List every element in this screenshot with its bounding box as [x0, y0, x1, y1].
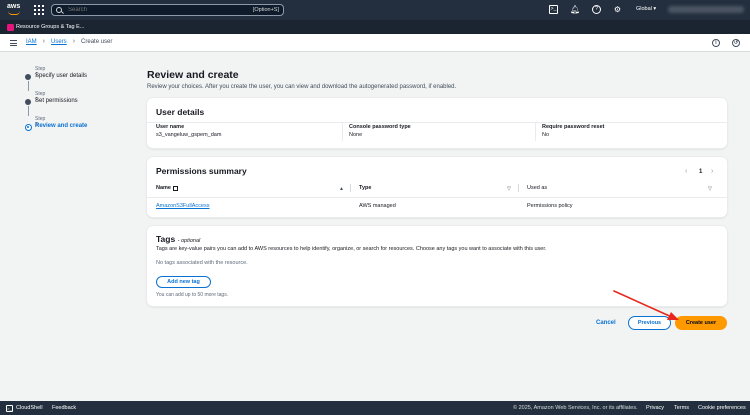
- chevron-right-icon[interactable]: ›: [711, 168, 713, 175]
- tags-limit-hint: You can add up to 50 more tags.: [156, 292, 229, 298]
- step-connector: [27, 106, 29, 116]
- chevron-left-icon[interactable]: ‹: [685, 168, 687, 175]
- cloudshell-icon[interactable]: >_: [549, 5, 558, 14]
- step-title: Set permissions: [35, 98, 78, 104]
- chevron-right-icon: ›: [42, 38, 46, 45]
- step-title: Review and create: [35, 123, 88, 129]
- password-reset-key: Require password reset: [542, 124, 605, 130]
- tags-optional-label: - optional: [177, 238, 201, 244]
- search-shortcut: [Option+S]: [252, 7, 279, 13]
- page-description: Review your choices. After you create th…: [147, 84, 457, 90]
- cloudshell-icon[interactable]: >_: [6, 404, 13, 412]
- search-icon: [56, 7, 62, 13]
- help-icon[interactable]: ?: [592, 5, 601, 14]
- info-icon[interactable]: i: [712, 39, 720, 47]
- footer-terms[interactable]: Terms: [674, 405, 689, 411]
- gear-icon[interactable]: ⚙: [613, 5, 622, 14]
- footer-feedback[interactable]: Feedback: [52, 405, 76, 411]
- tags-empty-state: No tags associated with the resource.: [156, 260, 248, 266]
- step-connector: [27, 81, 29, 91]
- breadcrumb-iam[interactable]: IAM: [26, 39, 37, 45]
- step-dot-icon: [25, 99, 31, 105]
- footer-copyright: © 2025, Amazon Web Services, Inc. or its…: [513, 405, 638, 411]
- tags-title-text: Tags: [156, 234, 176, 244]
- page-title: Review and create: [147, 69, 239, 81]
- column-separator: [342, 123, 343, 141]
- footer: >_ CloudShell Feedback © 2025, Amazon We…: [0, 401, 750, 415]
- console-password-key: Console password type: [349, 124, 411, 130]
- permissions-summary-title: Permissions summary: [156, 166, 247, 176]
- step-title: Specify user details: [35, 73, 88, 79]
- top-navigation: aws [Option+S] >_ 🔔︎ ? ⚙ Global ▾: [0, 0, 750, 20]
- pagination-current-page[interactable]: 1: [699, 169, 702, 175]
- favorite-resource-groups[interactable]: Resource Groups & Tag E...: [16, 24, 84, 30]
- divider: [147, 122, 727, 123]
- sort-ascending-icon[interactable]: ▲: [339, 186, 344, 192]
- policy-link-amazons3fullaccess[interactable]: AmazonS3FullAccess: [156, 203, 210, 209]
- user-details-title: User details: [156, 107, 205, 117]
- column-separator: [535, 123, 536, 141]
- sort-icon[interactable]: ▽: [507, 186, 511, 192]
- previous-button[interactable]: Previous: [628, 316, 671, 330]
- column-header-used-as[interactable]: Used as: [527, 185, 547, 191]
- bell-icon[interactable]: 🔔︎: [570, 5, 580, 14]
- breadcrumb-bar: IAM › Users › Create user i ↺: [0, 34, 750, 52]
- column-header-label: Used as: [527, 185, 548, 191]
- divider: [147, 197, 727, 198]
- search-bar[interactable]: [Option+S]: [51, 4, 284, 16]
- column-header-label: Name: [156, 185, 171, 191]
- tags-description: Tags are key-value pairs you can add to …: [156, 246, 547, 252]
- account-menu[interactable]: [668, 6, 744, 13]
- region-selector[interactable]: Global ▾: [636, 6, 656, 12]
- cancel-button[interactable]: Cancel: [596, 320, 616, 326]
- add-new-tag-button[interactable]: Add new tag: [156, 276, 211, 288]
- aws-logo[interactable]: aws: [7, 3, 23, 17]
- menu-icon[interactable]: [10, 40, 17, 46]
- footer-cloudshell[interactable]: CloudShell: [16, 405, 43, 411]
- permissions-summary-card: Permissions summary ‹ 1 › Name ▲ Type ▽ …: [147, 157, 727, 217]
- password-reset-value: No: [542, 132, 550, 138]
- column-header-type[interactable]: Type: [359, 185, 371, 191]
- column-separator: [518, 184, 519, 192]
- sort-icon[interactable]: ▽: [708, 186, 712, 192]
- breadcrumb: IAM › Users › Create user: [26, 38, 113, 45]
- breadcrumb-current: Create user: [81, 39, 113, 45]
- create-user-button[interactable]: Create user: [675, 316, 727, 330]
- column-separator: [350, 184, 351, 192]
- resource-groups-icon: [7, 23, 14, 31]
- tags-title: Tags - optional: [156, 234, 200, 244]
- favorites-bar: Resource Groups & Tag E...: [0, 20, 750, 34]
- footer-cookie-preferences[interactable]: Cookie preferences: [698, 405, 746, 411]
- history-icon[interactable]: ↺: [732, 39, 740, 47]
- user-details-card: User details User name s3_vangeluw_gspem…: [147, 98, 727, 148]
- step-active-dot-icon: [24, 123, 32, 131]
- breadcrumb-users[interactable]: Users: [51, 39, 67, 45]
- chevron-right-icon: ›: [72, 38, 76, 45]
- console-password-value: None: [349, 132, 363, 138]
- tags-card: Tags - optional Tags are key-value pairs…: [147, 226, 727, 306]
- external-link-icon: [172, 185, 178, 191]
- user-name-key: User name: [156, 124, 185, 130]
- search-input[interactable]: [68, 7, 253, 13]
- policy-type: AWS managed: [359, 203, 396, 209]
- column-header-label: Type: [359, 185, 372, 191]
- column-header-name[interactable]: Name: [156, 185, 178, 191]
- services-grid-icon[interactable]: [34, 5, 44, 15]
- policy-used-as: Permissions policy: [527, 203, 573, 209]
- step-dot-icon: [25, 74, 31, 80]
- footer-privacy[interactable]: Privacy: [646, 405, 664, 411]
- user-name-value: s3_vangeluw_gspem_dam: [156, 132, 222, 138]
